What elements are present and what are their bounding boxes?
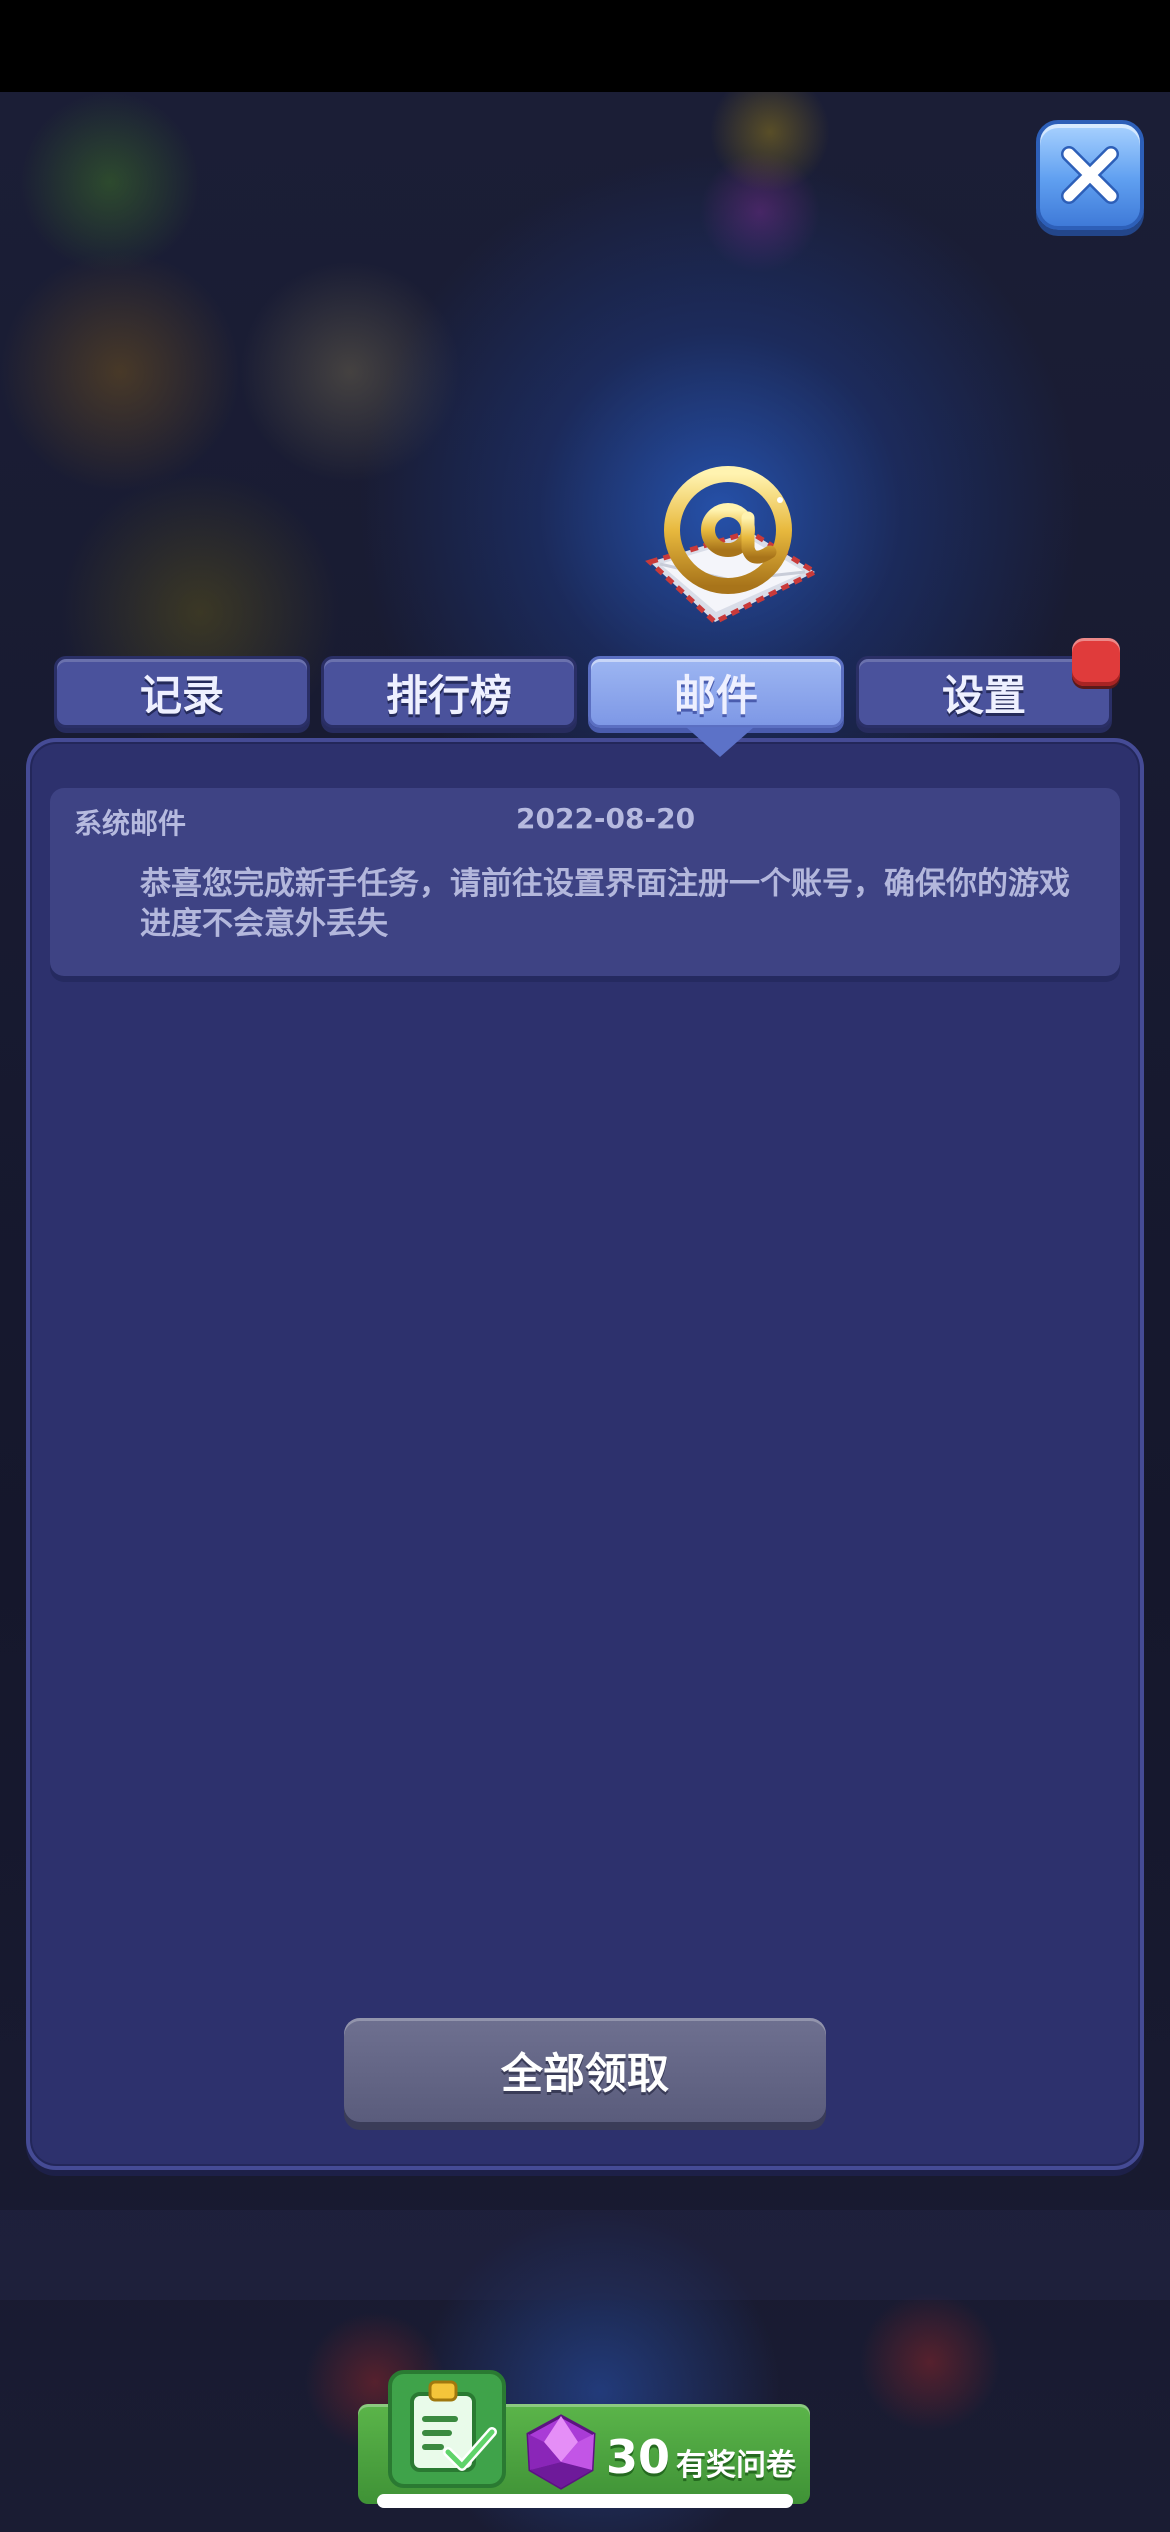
claim-all-button[interactable]: 全部领取 xyxy=(344,2018,826,2122)
purple-gem-icon xyxy=(526,2414,596,2490)
tab-leaderboard[interactable]: 排行榜 xyxy=(321,656,577,728)
notification-badge xyxy=(1072,638,1120,686)
tab-records[interactable]: 记录 xyxy=(54,656,310,728)
survey-reward-amount: 30 xyxy=(606,2430,671,2484)
active-tab-pointer xyxy=(686,727,754,757)
close-icon xyxy=(1061,146,1119,204)
status-bar xyxy=(0,0,1170,92)
tab-mail[interactable]: 邮件 xyxy=(588,656,844,728)
close-button[interactable] xyxy=(1036,120,1144,230)
mail-date: 2022-08-20 xyxy=(516,802,696,835)
survey-label: 有奖问卷 xyxy=(676,2448,796,2483)
mail-body: 恭喜您完成新手任务，请前往设置界面注册一个账号，确保你的游戏进度不会意外丢失 xyxy=(140,866,1070,942)
mail-sender: 系统邮件 xyxy=(74,807,187,840)
clipboard-check-icon xyxy=(388,2370,506,2488)
at-sign-mail-icon xyxy=(645,466,820,626)
blurred-background-strip xyxy=(0,2210,1170,2300)
home-indicator[interactable] xyxy=(377,2494,793,2508)
